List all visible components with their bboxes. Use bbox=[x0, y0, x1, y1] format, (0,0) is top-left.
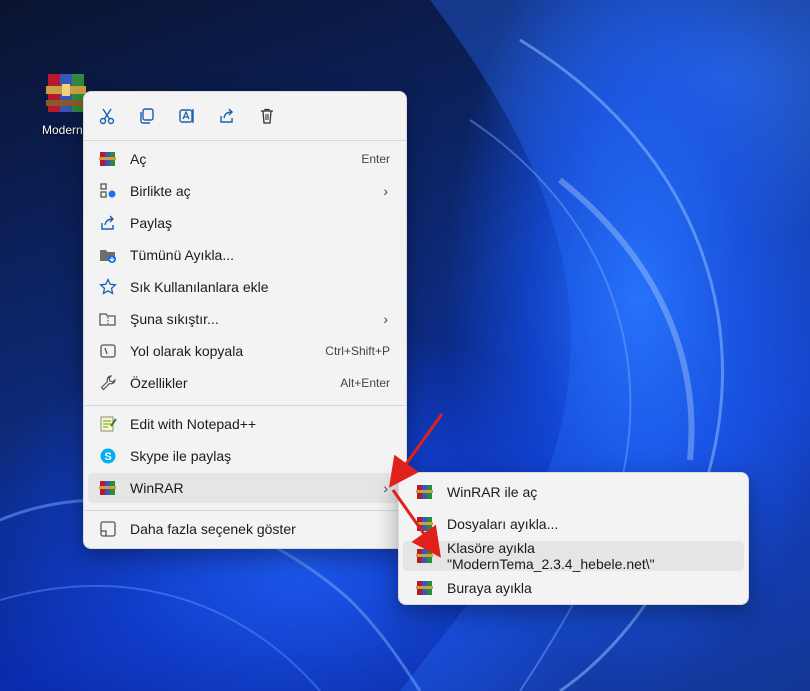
submenu-item-label: Buraya ayıkla bbox=[447, 580, 532, 596]
compress-icon bbox=[98, 309, 118, 329]
separator bbox=[84, 510, 406, 511]
menu-item-compress-to[interactable]: Şuna sıkıştır... › bbox=[88, 304, 402, 334]
chevron-right-icon: › bbox=[383, 480, 388, 496]
menu-item-winrar[interactable]: WinRAR › bbox=[88, 473, 402, 503]
menu-item-label: Edit with Notepad++ bbox=[130, 416, 257, 432]
chevron-right-icon: › bbox=[383, 311, 388, 327]
copy-button[interactable] bbox=[136, 105, 158, 127]
context-menu: Aç Enter Birlikte aç › Paylaş Tümünü Ayı… bbox=[83, 91, 407, 549]
menu-item-label: Skype ile paylaş bbox=[130, 448, 232, 464]
rename-icon bbox=[179, 109, 194, 123]
notepad-icon bbox=[98, 414, 118, 434]
winrar-icon bbox=[415, 546, 435, 566]
menu-item-share[interactable]: Paylaş bbox=[88, 208, 402, 238]
delete-button[interactable] bbox=[256, 105, 278, 127]
cut-icon bbox=[99, 108, 115, 125]
winrar-submenu: WinRAR ile aç Dosyaları ayıkla... Klasör… bbox=[398, 472, 749, 605]
separator bbox=[84, 405, 406, 406]
chevron-right-icon: › bbox=[383, 183, 388, 199]
wrench-icon bbox=[98, 373, 118, 393]
rename-button[interactable] bbox=[176, 105, 198, 127]
menu-item-label: Aç bbox=[130, 151, 147, 167]
menu-item-label: Şuna sıkıştır... bbox=[130, 311, 219, 327]
submenu-item-label: Dosyaları ayıkla... bbox=[447, 516, 559, 532]
more-options-icon bbox=[98, 519, 118, 539]
menu-item-label: Tümünü Ayıkla... bbox=[130, 247, 235, 263]
share-icon bbox=[220, 108, 233, 123]
winrar-icon bbox=[415, 578, 435, 598]
menu-item-label: Sık Kullanılanlara ekle bbox=[130, 279, 269, 295]
submenu-item-extract-files[interactable]: Dosyaları ayıkla... bbox=[403, 509, 744, 539]
menu-item-open-with[interactable]: Birlikte aç › bbox=[88, 176, 402, 206]
copy-icon bbox=[140, 108, 154, 124]
shortcut-label: Enter bbox=[361, 152, 390, 166]
menu-item-skype-share[interactable]: S Skype ile paylaş bbox=[88, 441, 402, 471]
menu-item-label: Paylaş bbox=[130, 215, 173, 231]
cut-button[interactable] bbox=[96, 105, 118, 127]
menu-item-more-options[interactable]: Daha fazla seçenek göster bbox=[88, 514, 402, 544]
extract-all-icon bbox=[98, 245, 118, 265]
submenu-item-extract-here[interactable]: Buraya ayıkla bbox=[403, 573, 744, 603]
menu-item-open[interactable]: Aç Enter bbox=[88, 144, 402, 174]
menu-item-label: WinRAR bbox=[130, 480, 184, 496]
separator bbox=[84, 140, 406, 141]
menu-item-label: Daha fazla seçenek göster bbox=[130, 521, 296, 537]
menu-item-properties[interactable]: Özellikler Alt+Enter bbox=[88, 368, 402, 398]
menu-item-label: Özellikler bbox=[130, 375, 188, 391]
shortcut-label: Alt+Enter bbox=[340, 376, 390, 390]
delete-icon bbox=[261, 108, 273, 124]
star-icon bbox=[98, 277, 118, 297]
submenu-item-open-winrar[interactable]: WinRAR ile aç bbox=[403, 477, 744, 507]
share-button[interactable] bbox=[216, 105, 238, 127]
context-toolbar bbox=[84, 92, 406, 140]
menu-item-add-favorites[interactable]: Sık Kullanılanlara ekle bbox=[88, 272, 402, 302]
share-icon bbox=[98, 213, 118, 233]
submenu-item-label: Klasöre ayıkla "ModernTema_2.3.4_hebele.… bbox=[447, 540, 655, 572]
open-with-icon bbox=[98, 181, 118, 201]
menu-item-edit-notepadpp[interactable]: Edit with Notepad++ bbox=[88, 409, 402, 439]
menu-item-extract-all[interactable]: Tümünü Ayıkla... bbox=[88, 240, 402, 270]
submenu-item-extract-to-folder[interactable]: Klasöre ayıkla "ModernTema_2.3.4_hebele.… bbox=[403, 540, 744, 572]
skype-icon: S bbox=[98, 446, 118, 466]
winrar-icon bbox=[98, 478, 118, 498]
menu-item-copy-as-path[interactable]: Yol olarak kopyala Ctrl+Shift+P bbox=[88, 336, 402, 366]
winrar-icon bbox=[415, 482, 435, 502]
winrar-icon bbox=[98, 149, 118, 169]
svg-text:S: S bbox=[104, 451, 111, 463]
submenu-item-label: WinRAR ile aç bbox=[447, 484, 538, 500]
shortcut-label: Ctrl+Shift+P bbox=[325, 344, 390, 358]
menu-item-label: Yol olarak kopyala bbox=[130, 343, 244, 359]
menu-item-label: Birlikte aç bbox=[130, 183, 191, 199]
winrar-icon bbox=[415, 514, 435, 534]
copy-path-icon bbox=[98, 341, 118, 361]
